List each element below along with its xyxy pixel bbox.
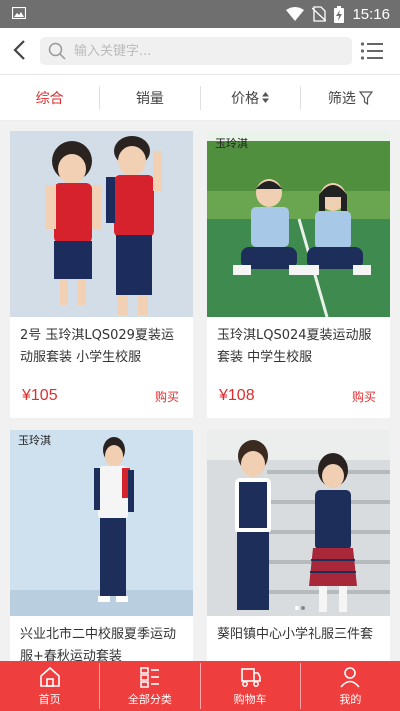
home-icon [39, 666, 60, 687]
product-grid: 2号 玉玲淇LQS029夏装运动服套装 小学生校服 ¥105 购买 玉玲淇 玉玲… [0, 120, 400, 661]
bottom-nav: 首页 全部分类 购物车 我的 [0, 661, 400, 711]
product-title: 兴业北市二中校服夏季运动服+春秋运动套装 [20, 627, 177, 661]
product-price: ¥105 [22, 387, 58, 404]
product-image [10, 131, 193, 317]
wifi-icon [286, 7, 305, 21]
nav-label: 首页 [38, 692, 61, 706]
search-input[interactable] [72, 42, 336, 60]
gallery-notification-icon [12, 7, 26, 19]
battery-charging-icon [334, 5, 345, 23]
product-image: 玉玲淇 [10, 430, 193, 616]
sort-tab-sales[interactable]: 销量 [100, 88, 199, 108]
nav-label: 全部分类 [127, 692, 172, 706]
sort-tab-label: 价格 [231, 90, 260, 107]
sort-arrows-icon [262, 92, 270, 103]
sort-bar: 综合 销量 价格 筛选 [0, 75, 400, 121]
status-time: 15:16 [352, 5, 390, 23]
back-arrow-icon[interactable] [10, 38, 30, 62]
search-icon [48, 42, 66, 60]
product-image [207, 430, 390, 616]
sort-tab-filter[interactable]: 筛选 [301, 88, 400, 108]
no-sim-icon [312, 6, 327, 22]
status-bar: 15:16 [0, 0, 400, 28]
category-icon [140, 666, 159, 688]
buy-button[interactable]: 购买 [155, 388, 179, 405]
product-title: 2号 玉玲淇LQS029夏装运动服套装 小学生校服 [20, 328, 174, 365]
user-icon [340, 666, 360, 688]
product-card[interactable]: 玉玲淇 玉玲淇LQS024夏装运动服套装 中学生校服 ¥108 购买 [207, 131, 390, 418]
sort-tab-comprehensive[interactable]: 综合 [0, 88, 99, 108]
product-title: 葵阳镇中心小学礼服三件套 [217, 627, 374, 642]
nav-label: 购物车 [233, 692, 267, 706]
sort-tab-label: 销量 [135, 90, 164, 107]
nav-label: 我的 [339, 692, 362, 706]
cart-icon [241, 667, 261, 687]
watermark-logo: 玉玲淇 [18, 434, 51, 447]
buy-button[interactable]: 购买 [352, 388, 376, 405]
filter-funnel-icon [358, 90, 373, 105]
nav-profile[interactable]: 我的 [301, 661, 400, 711]
product-image: 玉玲淇 [207, 131, 390, 317]
sort-tab-price[interactable]: 价格 [201, 88, 300, 108]
product-card[interactable]: 葵阳镇中心小学礼服三件套 [207, 430, 390, 661]
nav-cart[interactable]: 购物车 [201, 661, 300, 711]
search-box[interactable] [40, 37, 352, 65]
list-menu-icon[interactable] [360, 40, 384, 62]
search-header [0, 28, 400, 75]
nav-home[interactable]: 首页 [0, 661, 99, 711]
product-card[interactable]: 玉玲淇 兴业北市二中校服夏季运动服+春秋运动套装 [10, 430, 193, 661]
product-card[interactable]: 2号 玉玲淇LQS029夏装运动服套装 小学生校服 ¥105 购买 [10, 131, 193, 418]
product-title: 玉玲淇LQS024夏装运动服套装 中学生校服 [217, 328, 372, 365]
nav-all-categories[interactable]: 全部分类 [100, 661, 199, 711]
product-price: ¥108 [219, 387, 255, 404]
sort-tab-label: 综合 [35, 90, 64, 107]
watermark-logo: 玉玲淇 [215, 137, 248, 150]
sort-tab-label: 筛选 [327, 90, 356, 107]
